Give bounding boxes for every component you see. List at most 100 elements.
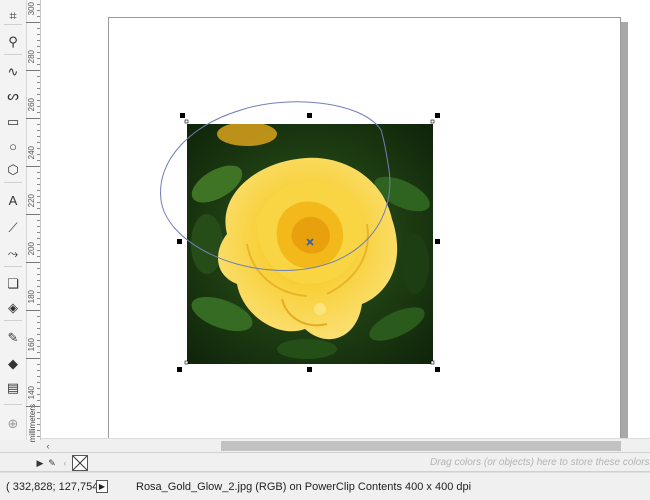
document-palette: ▶ ✎ ‹ Drag colors (or objects) here to s… bbox=[0, 452, 650, 472]
palette-scroll-left-icon[interactable]: ‹ bbox=[59, 456, 71, 470]
ruler-tick bbox=[37, 430, 40, 431]
palette-play-icon[interactable]: ▶ bbox=[34, 456, 46, 470]
palette-drop-hint: Drag colors (or objects) here to store t… bbox=[430, 457, 650, 468]
ruler-tick bbox=[37, 322, 40, 323]
ruler-tick bbox=[37, 190, 40, 191]
ruler-tick bbox=[37, 16, 40, 17]
ruler-tick bbox=[37, 412, 40, 413]
ruler-label: 200 bbox=[27, 242, 36, 256]
ruler-tick bbox=[37, 142, 40, 143]
ruler-tick bbox=[37, 220, 40, 221]
ruler-tick bbox=[37, 226, 40, 227]
toolbox-separator bbox=[4, 266, 22, 267]
selection-handle-bl bbox=[177, 367, 182, 372]
artistic-media-tool-icon[interactable]: ᔕ bbox=[3, 86, 23, 106]
selection-handle-tm bbox=[307, 113, 312, 118]
ruler-tick bbox=[37, 280, 40, 281]
ruler-tick bbox=[37, 274, 40, 275]
zoom-tool-icon[interactable]: ⚲ bbox=[3, 32, 23, 52]
ruler-tick bbox=[37, 268, 40, 269]
ruler-tick bbox=[37, 94, 40, 95]
rectangle-tool-icon[interactable]: ▭ bbox=[3, 112, 23, 132]
toolbox-separator bbox=[4, 320, 22, 321]
ruler-tick bbox=[37, 328, 40, 329]
eyedropper-tool-icon[interactable]: ✎ bbox=[3, 328, 23, 348]
ruler-tick bbox=[37, 76, 40, 77]
ruler-major-tick bbox=[26, 406, 40, 407]
ruler-tick bbox=[37, 304, 40, 305]
ruler-tick bbox=[37, 232, 40, 233]
ruler-tick bbox=[37, 436, 40, 437]
ruler-label: 160 bbox=[27, 338, 36, 352]
no-color-swatch[interactable] bbox=[72, 455, 88, 471]
vertical-ruler[interactable]: millimeters 300 280 260 240 220 200 180 160 140 bbox=[26, 0, 41, 443]
drawing-canvas[interactable] bbox=[41, 0, 650, 438]
ruler-tick bbox=[37, 160, 40, 161]
selection-handle-tl bbox=[180, 113, 185, 118]
freehand-tool-icon[interactable]: ∿ bbox=[3, 62, 23, 82]
ruler-label: 260 bbox=[27, 98, 36, 112]
ruler-tick bbox=[37, 28, 40, 29]
ruler-tick bbox=[37, 172, 40, 173]
ruler-major-tick bbox=[26, 358, 40, 359]
selection-handle-tr bbox=[435, 113, 440, 118]
ruler-label: 140 bbox=[27, 386, 36, 400]
ruler-tick bbox=[37, 316, 40, 317]
smart-fill-tool-icon[interactable]: ▤ bbox=[3, 378, 23, 398]
ruler-tick bbox=[37, 382, 40, 383]
connector-tool-icon[interactable]: ⤳ bbox=[3, 244, 23, 264]
ruler-label: 240 bbox=[27, 146, 36, 160]
ruler-units-label: millimeters bbox=[28, 404, 37, 443]
ruler-tick bbox=[37, 238, 40, 239]
ellipse-tool-icon[interactable]: ○ bbox=[3, 136, 23, 156]
status-play-icon[interactable]: ▶ bbox=[96, 480, 108, 493]
horizontal-scrollbar[interactable]: ‹ bbox=[41, 438, 650, 452]
ruler-tick bbox=[37, 184, 40, 185]
ruler-tick bbox=[37, 46, 40, 47]
no-color-icon bbox=[72, 455, 88, 471]
scroll-left-icon[interactable]: ‹ bbox=[43, 441, 53, 451]
ruler-tick bbox=[37, 130, 40, 131]
ruler-tick bbox=[37, 178, 40, 179]
ruler-tick bbox=[37, 370, 40, 371]
ruler-major-tick bbox=[26, 70, 40, 71]
drop-shadow-tool-icon[interactable]: ❏ bbox=[3, 274, 23, 294]
parallel-dimension-tool-icon[interactable]: ⟋ bbox=[3, 218, 23, 238]
ruler-tick bbox=[37, 40, 40, 41]
selection-handle-bm bbox=[307, 367, 312, 372]
ruler-major-tick bbox=[26, 22, 40, 23]
toolbox-separator bbox=[4, 404, 22, 405]
ruler-tick bbox=[37, 124, 40, 125]
ruler-label: 180 bbox=[27, 290, 36, 304]
ruler-tick bbox=[37, 88, 40, 89]
transparency-tool-icon[interactable]: ◈ bbox=[3, 298, 23, 318]
polygon-tool-icon[interactable]: ⬡ bbox=[3, 160, 23, 180]
text-tool-icon[interactable]: A bbox=[3, 190, 23, 210]
toolbox-separator bbox=[4, 54, 22, 55]
ruler-tick bbox=[37, 34, 40, 35]
ruler-tick bbox=[37, 82, 40, 83]
interactive-fill-tool-icon[interactable]: ◆ bbox=[3, 354, 23, 374]
selection-handle-ml bbox=[177, 239, 182, 244]
add-tool-icon[interactable]: ⊕ bbox=[3, 414, 23, 434]
eyedropper-icon[interactable]: ✎ bbox=[46, 456, 58, 470]
cursor-coordinates: ( 332,828; 127,754 ) bbox=[6, 481, 106, 493]
ruler-tick bbox=[37, 208, 40, 209]
selection-handle-mr bbox=[435, 239, 440, 244]
ruler-tick bbox=[37, 334, 40, 335]
scrollbar-thumb[interactable] bbox=[221, 441, 621, 451]
ruler-tick bbox=[37, 64, 40, 65]
object-info: Rosa_Gold_Glow_2.jpg (RGB) on PowerClip … bbox=[136, 481, 472, 493]
ruler-major-tick bbox=[26, 214, 40, 215]
ruler-tick bbox=[37, 352, 40, 353]
status-bar: ( 332,828; 127,754 ) ▶ Rosa_Gold_Glow_2.… bbox=[0, 472, 650, 500]
crop-tool-icon[interactable]: ⌗ bbox=[3, 6, 23, 26]
ruler-major-tick bbox=[26, 118, 40, 119]
ruler-tick bbox=[37, 400, 40, 401]
toolbox: ⌗ ⚲ ∿ ᔕ ▭ ○ ⬡ A ⟋ ⤳ ❏ ◈ ✎ ◆ ▤ ⊕ bbox=[0, 0, 27, 440]
ruler-label: 220 bbox=[27, 194, 36, 208]
ruler-label: 300 bbox=[27, 2, 36, 16]
toolbox-separator bbox=[4, 182, 22, 183]
ruler-tick bbox=[37, 286, 40, 287]
ruler-major-tick bbox=[26, 166, 40, 167]
